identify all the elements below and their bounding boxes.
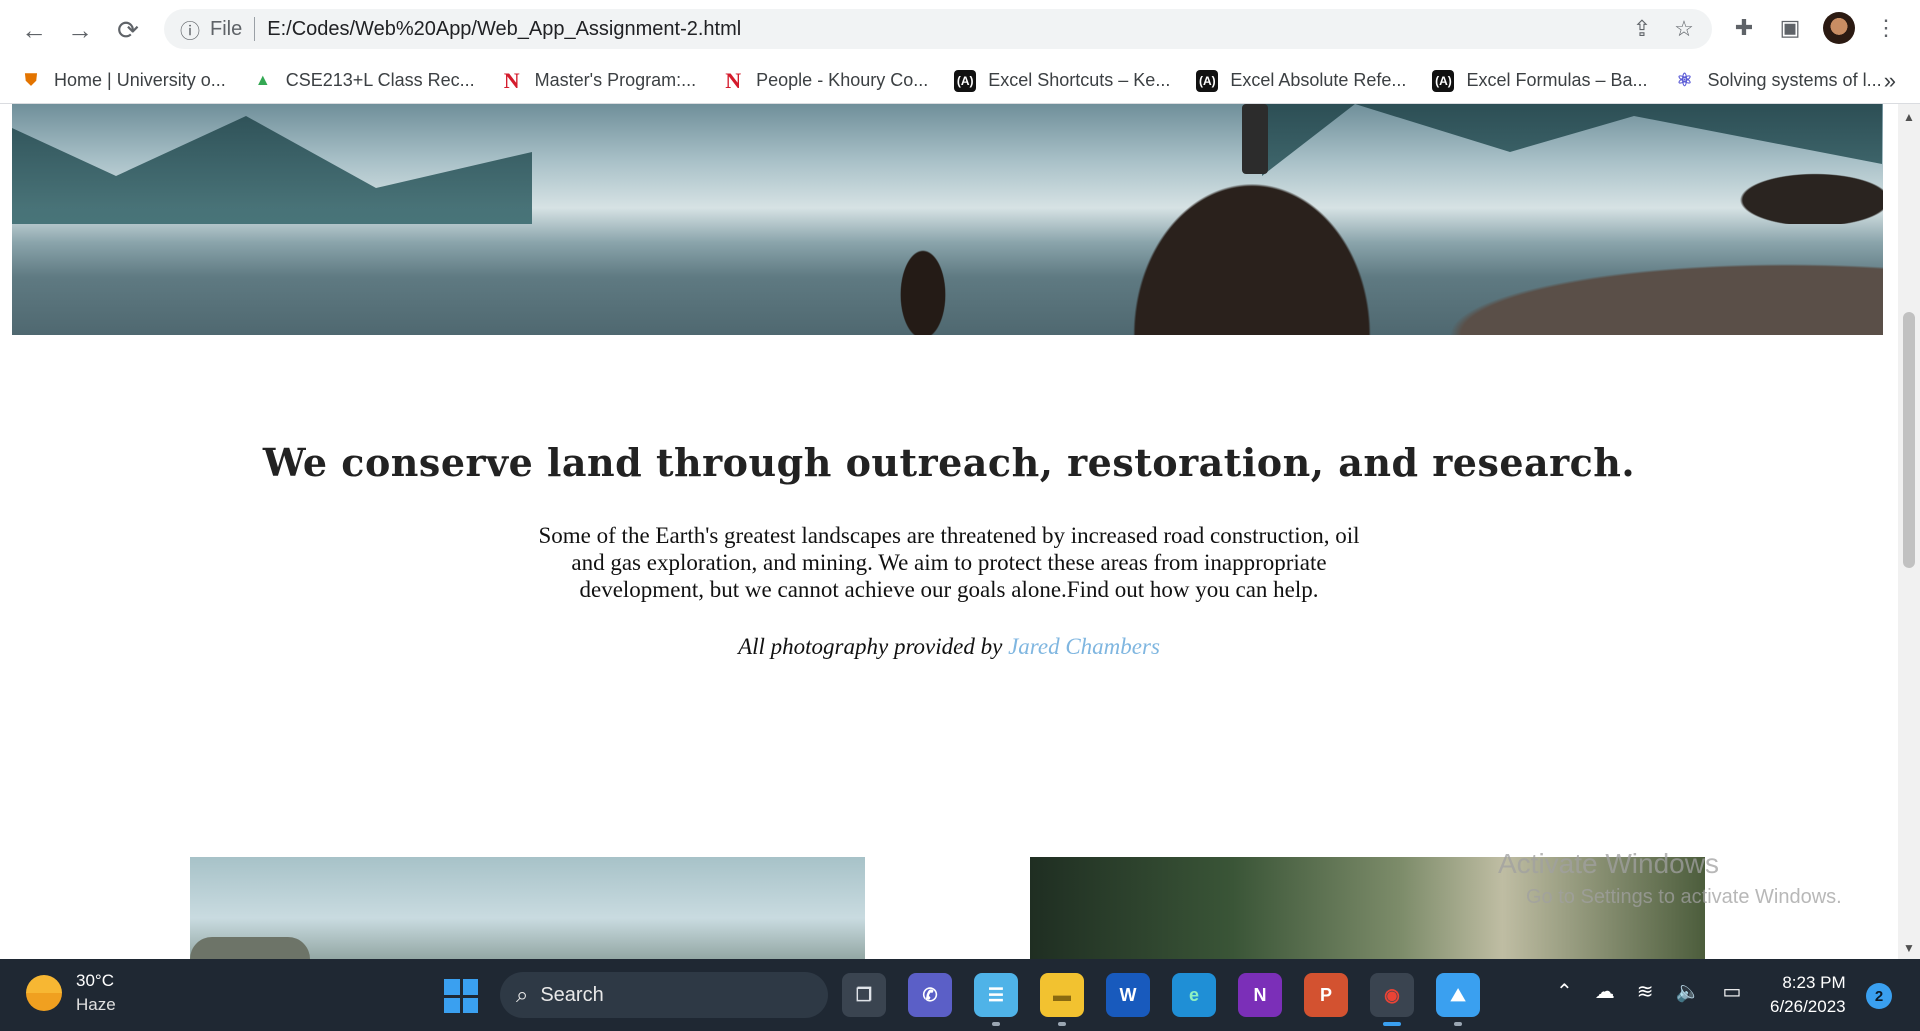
start-button-icon[interactable] [444,979,478,1013]
bookmark-label: Excel Shortcuts – Ke... [988,70,1171,90]
onedrive-cloud-icon[interactable]: ☁ [1595,979,1615,1004]
bookmarks-bar: ⛊ Home | University o... ▲ CSE213+L Class R… [0,58,1920,104]
more-bookmarks-icon[interactable]: » [1884,68,1896,94]
bookmark-label: Excel Formulas – Ba... [1466,70,1648,90]
battery-icon[interactable]: ▭ [1722,979,1741,1004]
page-viewport: We conserve land through outreach, resto… [0,104,1898,959]
bookmark-item[interactable]: (A) Excel Shortcuts – Ke... [954,69,1171,92]
browser-toolbar: ← → ⟳ ⓘ File E:/Codes/Web%20App/Web_App_… [0,0,1920,58]
url-text[interactable]: E:/Codes/Web%20App/Web_App_Assignment-2.… [267,18,741,41]
search-icon: ⌕ [516,982,529,1007]
task-view-app-icon[interactable]: ❐ [842,973,886,1017]
bookmark-label: People - Khoury Co... [756,70,929,90]
site-info-icon[interactable]: ⓘ [180,15,200,44]
running-indicator [1383,1022,1401,1026]
bookmark-item[interactable]: ▲ CSE213+L Class Rec... [252,70,475,92]
scroll-thumb[interactable] [1903,312,1915,568]
extensions-icon[interactable]: ✚ [1726,10,1762,46]
hero-lake-photo [12,104,1883,335]
file-explorer-app-icon[interactable]: ▬ [1040,973,1084,1017]
photographer-link[interactable]: Jared Chambers [1008,634,1160,659]
water-rock [892,234,954,335]
running-indicator [1058,1022,1066,1026]
mission-headline: We conserve land through outreach, resto… [262,440,1636,485]
profile-avatar[interactable] [1823,12,1855,44]
activate-windows-watermark: Activate Windows Go to Settings to activ… [1498,848,1842,909]
taskbar-search-box[interactable]: ⌕ Search [500,972,828,1018]
neu-favicon-icon: N [503,67,520,93]
mission-description: Some of the Earth's greatest landscapes … [538,523,1360,602]
search-label: Search [540,983,604,1006]
atom-favicon-icon: ⚛ [1676,70,1693,90]
excel-favicon-icon: (A) [1196,69,1219,92]
forward-button[interactable]: → [62,12,98,48]
chrome-app-icon[interactable]: ◉ [1370,973,1414,1017]
arrow-right-icon: → [67,14,93,45]
bookmark-item[interactable]: (A) Excel Formulas – Ba... [1432,69,1648,92]
reload-icon: ⟳ [117,14,139,45]
weather-temperature: 30°C [76,971,114,990]
bookmark-item[interactable]: N Master's Program:... [501,67,697,93]
back-button[interactable]: ← [16,12,52,48]
tray-overflow-chevron-icon[interactable]: ⌃ [1556,979,1573,1004]
bookmark-star-icon[interactable]: ☆ [1664,9,1704,49]
gallery-photo-sky [190,857,865,959]
weather-condition: Haze [76,995,116,1014]
address-bar[interactable]: ⓘ File E:/Codes/Web%20App/Web_App_Assign… [164,9,1712,49]
mountain-reflection [12,116,532,224]
omnibox-divider [254,17,256,41]
kebab-menu-icon[interactable]: ⋮ [1868,10,1904,46]
running-indicator [992,1022,1000,1026]
share-icon[interactable]: ⇪ [1622,9,1662,49]
excel-favicon-icon: (A) [1432,69,1455,92]
teams-app-icon[interactable]: ✆ [908,973,952,1017]
scroll-up-arrow-icon[interactable]: ▲ [1898,110,1920,124]
side-panel-icon[interactable]: ▣ [1772,10,1808,46]
word-app-icon[interactable]: W [1106,973,1150,1017]
bookmark-label: Home | University o... [54,70,226,90]
weather-widget[interactable]: 30°C Haze [26,971,116,1015]
edge-app-icon[interactable]: e [1172,973,1216,1017]
scroll-down-arrow-icon[interactable]: ▼ [1898,941,1920,955]
clock-date: 6/26/2023 [1770,997,1846,1016]
windows-taskbar: 30°C Haze ⌕ Search ❐ ✆ ☰ ▬ We N P ◉ ⛰ ⌃ ☁ ≋ 🔈 ▭ … [0,959,1920,1031]
tree-stump [1102,144,1402,335]
notification-badge[interactable]: 2 [1866,983,1892,1009]
bookmark-label: Master's Program:... [534,70,697,90]
bookmark-label: CSE213+L Class Rec... [285,70,475,90]
hill-silhouette [190,937,310,959]
driftwood-log [1713,164,1883,224]
arrow-left-icon: ← [21,14,47,45]
clock-time: 8:23 PM [1782,973,1846,992]
onenote-app-icon[interactable]: N [1238,973,1282,1017]
shield-favicon-icon: ⛊ [24,71,37,89]
bookmark-label: Solving systems of l... [1707,70,1882,90]
running-indicator [1454,1022,1462,1026]
watermark-subtitle: Go to Settings to activate Windows. [1526,886,1842,908]
file-scheme-label: File [210,17,243,40]
bookmark-item[interactable]: ⚛ Solving systems of l... [1674,70,1882,92]
neu-favicon-icon: N [725,67,742,93]
bookmark-item[interactable]: ⛊ Home | University o... [20,70,226,92]
system-tray: ⌃ ☁ ≋ 🔈 ▭ [1556,979,1763,1004]
notepad-app-icon[interactable]: ☰ [974,973,1018,1017]
credit-prefix: All photography provided by [738,634,1003,659]
volume-icon[interactable]: 🔈 [1676,979,1701,1004]
reload-button[interactable]: ⟳ [110,12,146,48]
clock[interactable]: 8:23 PM 6/26/2023 [1770,971,1846,1019]
pebble-shore [1403,254,1883,335]
bookmark-item[interactable]: (A) Excel Absolute Refe... [1196,69,1407,92]
photo-credit: All photography provided by Jared Chambe… [0,634,1898,660]
weather-sun-icon [26,975,62,1011]
vertical-scrollbar[interactable]: ▲ ▼ [1898,104,1920,959]
bookmark-item[interactable]: N People - Khoury Co... [722,67,929,93]
photos-app-icon[interactable]: ⛰ [1436,973,1480,1017]
wifi-icon[interactable]: ≋ [1637,979,1654,1004]
watermark-title: Activate Windows [1498,848,1719,879]
powerpoint-app-icon[interactable]: P [1304,973,1348,1017]
drive-favicon-icon: ▲ [254,71,271,89]
excel-favicon-icon: (A) [954,69,977,92]
bookmark-label: Excel Absolute Refe... [1230,70,1407,90]
